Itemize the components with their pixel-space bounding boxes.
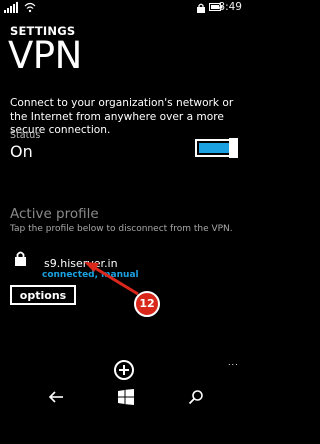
add-button[interactable] [114,360,134,380]
toggle-track-fill [199,138,238,158]
lock-icon [15,251,26,266]
back-arrow-icon [48,390,63,403]
search-button[interactable] [186,389,206,407]
vpn-description: Connect to your organization's network o… [10,97,234,137]
options-button[interactable]: options [10,285,76,305]
annotation-badge: 12 [134,291,160,317]
search-icon [188,390,203,405]
windows-logo-icon [118,389,134,405]
profile-status: connected, manual [42,270,139,280]
more-ellipsis[interactable]: ... [228,358,239,367]
active-profile-hint: Tap the profile below to disconnect from… [10,224,233,234]
back-button[interactable] [46,389,66,407]
start-button[interactable] [116,389,136,407]
vpn-lock-icon [197,3,205,13]
status-time: 8:49 [218,1,242,13]
vpn-toggle-switch[interactable] [195,138,238,158]
status-bar: 8:49 [0,0,250,18]
toggle-thumb [229,138,238,158]
toggle-header: Status [10,130,41,141]
toggle-value: On [10,142,33,161]
page-title: VPN [8,34,82,77]
wifi-icon [24,2,36,13]
active-profile-heading: Active profile [10,206,99,222]
profile-name[interactable]: s9.hiserver.in [44,257,118,270]
plus-circle-icon [119,365,129,375]
